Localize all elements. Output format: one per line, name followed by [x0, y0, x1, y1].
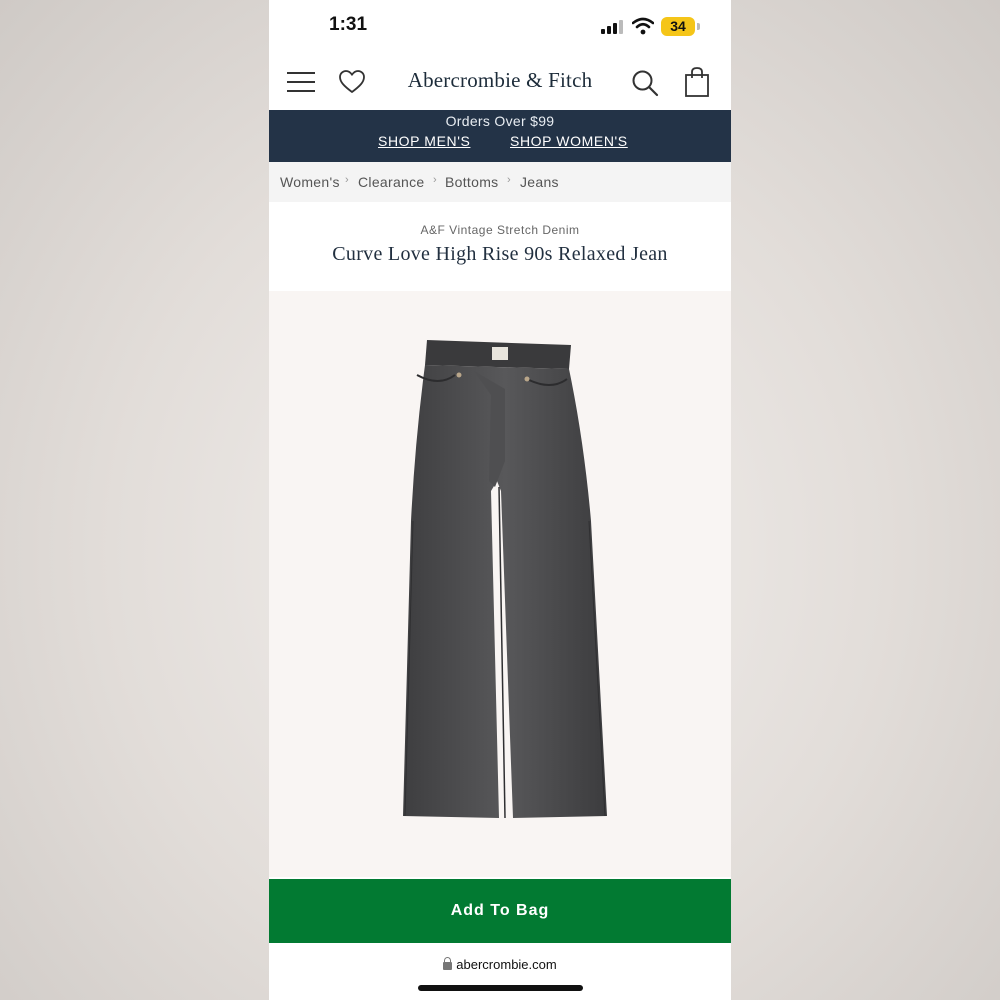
- bag-icon[interactable]: [683, 66, 711, 98]
- promo-banner: Orders Over $99 SHOP MEN'S SHOP WOMEN'S: [269, 110, 731, 162]
- status-time: 1:31: [329, 14, 368, 35]
- heart-icon[interactable]: [338, 69, 366, 95]
- battery-indicator: 34: [661, 17, 695, 36]
- top-nav: Abercrombie & Fitch: [269, 50, 731, 154]
- brand-logo[interactable]: Abercrombie & Fitch: [369, 68, 631, 93]
- battery-tip: [697, 23, 700, 30]
- menu-icon[interactable]: [287, 72, 315, 92]
- breadcrumb-clearance[interactable]: Clearance: [358, 174, 425, 190]
- breadcrumb: Women's › Clearance › Bottoms › Jeans: [269, 162, 731, 202]
- add-to-bag-button[interactable]: Add To Bag: [269, 879, 731, 943]
- status-bar: 1:31 34: [269, 0, 731, 50]
- signal-icon: [601, 20, 625, 34]
- product-collection: A&F Vintage Stretch Denim: [420, 223, 580, 237]
- promo-text: Orders Over $99: [445, 113, 555, 129]
- chevron-right-icon: ›: [507, 174, 511, 186]
- url-text: abercrombie.com: [456, 957, 557, 972]
- breadcrumb-bottoms[interactable]: Bottoms: [445, 174, 498, 190]
- search-icon[interactable]: [631, 69, 659, 97]
- jeans-illustration: [403, 340, 607, 819]
- chevron-right-icon: ›: [345, 174, 349, 186]
- shop-womens-link[interactable]: SHOP WOMEN'S: [510, 133, 628, 149]
- shop-mens-link[interactable]: SHOP MEN'S: [378, 133, 470, 149]
- wifi-icon: [632, 17, 654, 35]
- product-image[interactable]: [269, 291, 731, 877]
- home-indicator[interactable]: [418, 985, 583, 991]
- lock-icon: [443, 957, 453, 970]
- chevron-right-icon: ›: [433, 174, 437, 186]
- browser-url-bar[interactable]: abercrombie.com: [269, 943, 731, 1000]
- url-container[interactable]: abercrombie.com: [269, 957, 731, 972]
- breadcrumb-womens[interactable]: Women's: [280, 174, 340, 190]
- product-title: Curve Love High Rise 90s Relaxed Jean: [332, 243, 668, 265]
- breadcrumb-jeans[interactable]: Jeans: [520, 174, 559, 190]
- phone-screen: 1:31 34 Abercrombie & Fitch Orders Over …: [269, 0, 731, 1000]
